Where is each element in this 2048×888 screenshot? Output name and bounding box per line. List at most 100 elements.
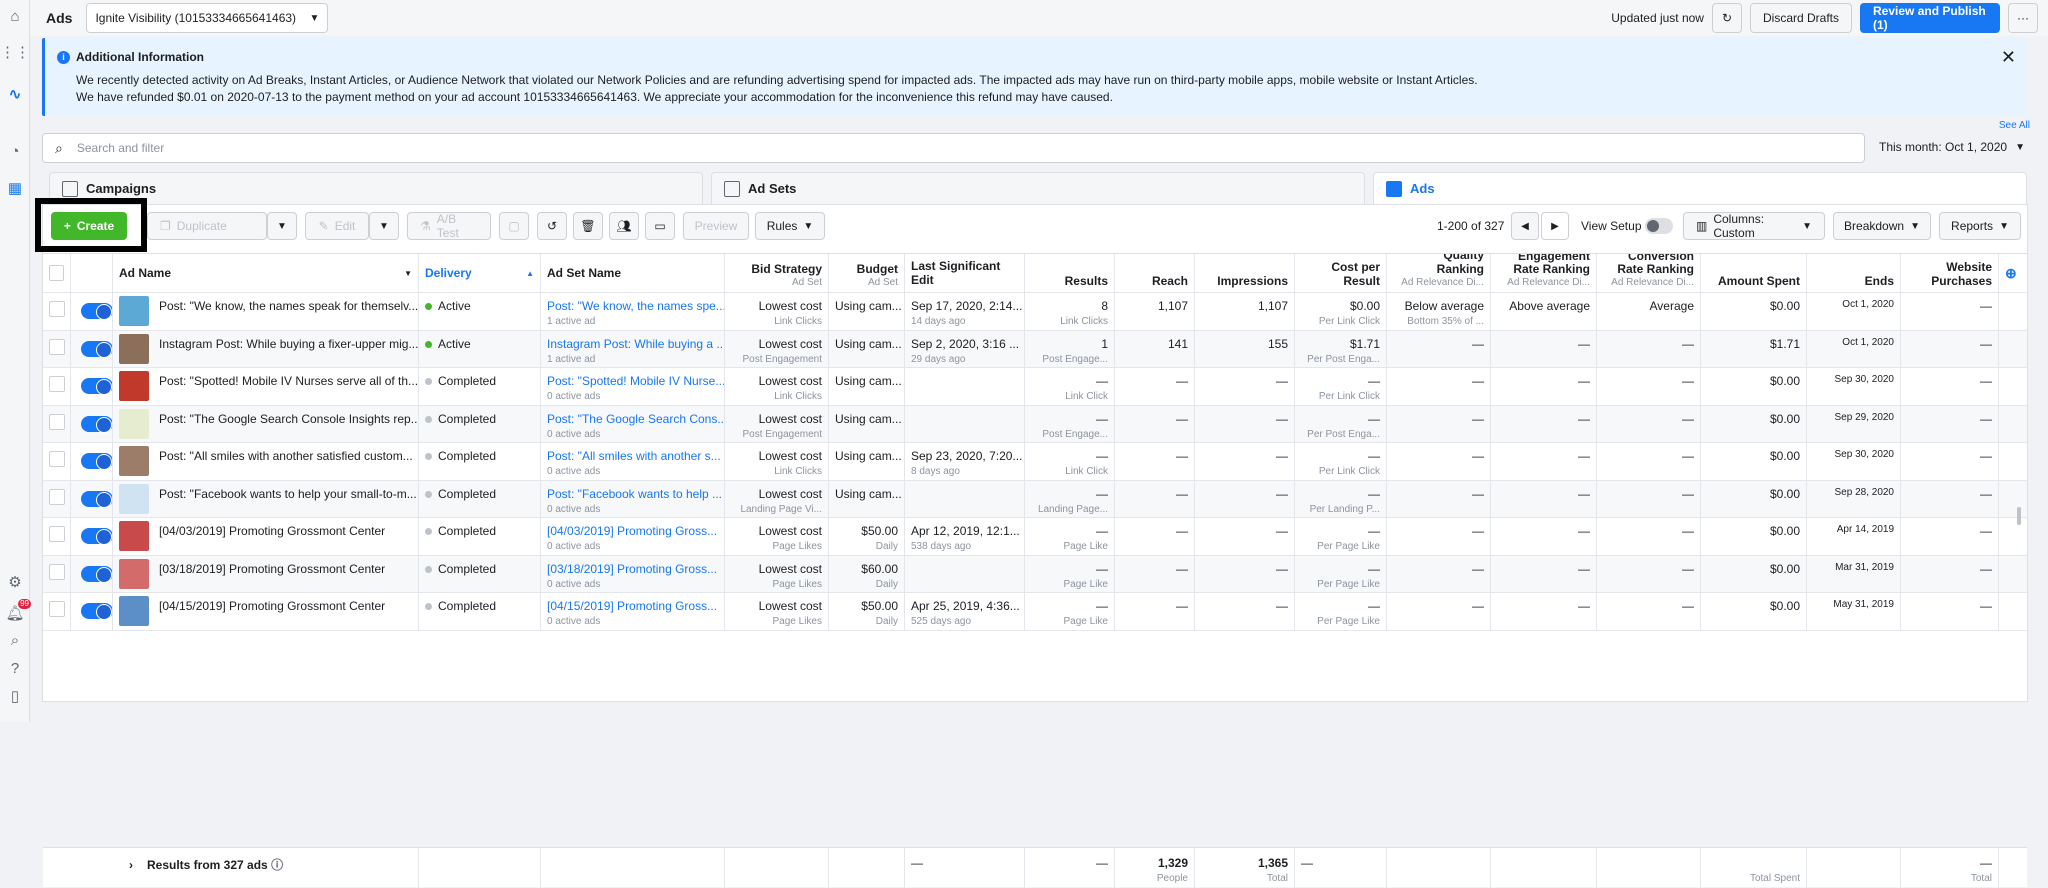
ad-set-link[interactable]: Post: "The Google Search Cons... bbox=[547, 412, 724, 426]
ad-thumbnail[interactable] bbox=[119, 296, 149, 326]
ad-thumbnail[interactable] bbox=[119, 483, 149, 514]
col-conversion-ranking[interactable]: Conversion Rate Ranking Ad Relevance Di..… bbox=[1597, 254, 1701, 292]
ad-on-off-toggle[interactable] bbox=[81, 490, 112, 508]
ads-manager-table-icon[interactable]: ▦ bbox=[5, 178, 25, 198]
table-row[interactable]: [04/03/2019] Promoting Grossmont Center … bbox=[43, 518, 2027, 556]
ad-thumbnail[interactable] bbox=[119, 333, 149, 364]
table-row[interactable]: [03/18/2019] Promoting Grossmont Center … bbox=[43, 555, 2027, 593]
ad-name[interactable]: Post: "Facebook wants to help your small… bbox=[159, 487, 417, 501]
ad-on-off-toggle[interactable] bbox=[81, 603, 112, 620]
ad-thumbnail[interactable] bbox=[119, 446, 149, 476]
col-quality-ranking[interactable]: Quality Ranking Ad Relevance Di... bbox=[1387, 254, 1491, 292]
row-checkbox[interactable] bbox=[49, 451, 65, 467]
ad-name[interactable]: Post: "Spotted! Mobile IV Nurses serve a… bbox=[159, 374, 418, 388]
ad-name[interactable]: Post: "The Google Search Console Insight… bbox=[159, 412, 418, 426]
help-icon[interactable]: ? bbox=[5, 658, 25, 678]
col-delivery[interactable]: Delivery ▲ bbox=[419, 254, 541, 292]
meta-logo-icon[interactable]: ∿ bbox=[5, 84, 25, 104]
ad-name[interactable]: [03/18/2019] Promoting Grossmont Center bbox=[159, 562, 385, 576]
ad-on-off-toggle[interactable] bbox=[81, 378, 112, 395]
row-checkbox[interactable] bbox=[49, 338, 65, 355]
table-row[interactable]: Post: "Facebook wants to help your small… bbox=[43, 480, 2027, 518]
table-row[interactable]: Post: "Spotted! Mobile IV Nurses serve a… bbox=[43, 368, 2027, 406]
col-amount-spent[interactable]: Amount Spent bbox=[1701, 254, 1807, 292]
settings-gear-icon[interactable]: ⚙ bbox=[5, 572, 25, 592]
tab-campaigns[interactable]: Campaigns bbox=[49, 172, 703, 204]
account-selector[interactable]: Ignite Visibility (10153334665641463) ▼ bbox=[86, 3, 329, 33]
ad-name[interactable]: [04/03/2019] Promoting Grossmont Center bbox=[159, 524, 385, 538]
edit-button[interactable]: ✎ Edit bbox=[305, 212, 369, 240]
tab-adsets[interactable]: Ad Sets bbox=[711, 172, 1365, 204]
delete-button[interactable]: 🗑︎ bbox=[573, 212, 603, 240]
tab-ads[interactable]: Ads bbox=[1373, 172, 2027, 204]
ad-set-link[interactable]: Instagram Post: While buying a ... bbox=[547, 337, 724, 351]
refresh-button[interactable]: ↻ bbox=[1711, 3, 1742, 33]
select-all-checkbox[interactable] bbox=[49, 265, 64, 281]
expand-chevron-icon[interactable]: › bbox=[129, 858, 133, 872]
col-bid-strategy[interactable]: Bid Strategy Ad Set bbox=[725, 254, 829, 292]
ad-set-link[interactable]: [03/18/2019] Promoting Gross... bbox=[547, 562, 717, 576]
ad-on-off-toggle[interactable] bbox=[81, 528, 112, 545]
search-filter-input[interactable]: ⌕ Search and filter bbox=[42, 133, 1865, 163]
columns-button[interactable]: ▥ Columns: Custom ▼ bbox=[1683, 212, 1825, 240]
ad-on-off-toggle[interactable] bbox=[81, 340, 112, 358]
undo-button[interactable]: ↺ bbox=[537, 212, 567, 240]
search-icon[interactable]: ⌕ bbox=[5, 630, 25, 650]
edit-dropdown-button[interactable]: ▼ bbox=[369, 212, 399, 240]
archive-button[interactable]: ▢ bbox=[499, 212, 529, 240]
duplicate-button[interactable]: ❐ Duplicate bbox=[147, 212, 267, 240]
duplicate-dropdown-button[interactable]: ▼ bbox=[267, 212, 297, 240]
col-impressions[interactable]: Impressions bbox=[1195, 254, 1295, 292]
ad-on-off-toggle[interactable] bbox=[81, 415, 112, 433]
apps-grid-icon[interactable]: ⋮⋮ bbox=[0, 42, 30, 62]
date-range-picker[interactable]: This month: Oct 1, 2020 ▼ bbox=[1879, 140, 2025, 154]
col-engagement-ranking[interactable]: Engagement Rate Ranking Ad Relevance Di..… bbox=[1491, 254, 1597, 292]
see-all-link[interactable]: See All bbox=[1999, 120, 2030, 131]
table-scrollbar[interactable] bbox=[2017, 507, 2021, 525]
preview-button[interactable]: Preview bbox=[683, 212, 749, 240]
col-reach[interactable]: Reach bbox=[1115, 254, 1195, 292]
table-row[interactable]: Post: "The Google Search Console Insight… bbox=[43, 405, 2027, 443]
view-setup-toggle[interactable] bbox=[1645, 218, 1673, 234]
table-row[interactable]: [04/15/2019] Promoting Grossmont Center … bbox=[43, 593, 2027, 631]
row-checkbox[interactable] bbox=[49, 601, 65, 617]
ad-set-link[interactable]: [04/03/2019] Promoting Gross... bbox=[547, 524, 717, 538]
col-results[interactable]: Results bbox=[1025, 254, 1115, 292]
next-page-button[interactable]: ▶ bbox=[1541, 212, 1569, 240]
col-website-purchases[interactable]: Website Purchases bbox=[1901, 254, 1999, 292]
col-budget[interactable]: Budget Ad Set bbox=[829, 254, 905, 292]
ad-set-link[interactable]: [04/15/2019] Promoting Gross... bbox=[547, 599, 717, 613]
col-ad-set-name[interactable]: Ad Set Name bbox=[541, 254, 725, 292]
prev-page-button[interactable]: ◀ bbox=[1511, 212, 1539, 240]
ad-set-link[interactable]: Post: "All smiles with another s... bbox=[547, 449, 721, 463]
reports-button[interactable]: Reports ▼ bbox=[1939, 212, 2021, 240]
home-icon[interactable]: ⌂ bbox=[5, 6, 25, 26]
create-button[interactable]: + Create bbox=[51, 212, 127, 240]
more-options-button[interactable]: ··· bbox=[2008, 3, 2038, 33]
ad-name[interactable]: Post: "We know, the names speak for them… bbox=[159, 299, 418, 313]
row-checkbox[interactable] bbox=[49, 413, 65, 430]
ad-set-link[interactable]: Post: "We know, the names spe... bbox=[547, 299, 724, 313]
ad-thumbnail[interactable] bbox=[119, 521, 149, 551]
notifications-bell-icon[interactable]: 🔔︎ 99 bbox=[5, 599, 31, 623]
row-checkbox[interactable] bbox=[49, 563, 65, 580]
review-publish-button[interactable]: Review and Publish (1) bbox=[1860, 3, 2000, 33]
rules-preview-button[interactable]: ▭ bbox=[645, 212, 675, 240]
ad-on-off-toggle[interactable] bbox=[81, 453, 112, 470]
ad-name[interactable]: Post: "All smiles with another satisfied… bbox=[159, 449, 413, 463]
row-checkbox[interactable] bbox=[49, 488, 65, 505]
report-issue-icon[interactable]: ▯ bbox=[5, 686, 25, 706]
breakdown-button[interactable]: Breakdown ▼ bbox=[1833, 212, 1931, 240]
close-icon[interactable]: ✕ bbox=[2001, 47, 2016, 68]
ad-set-link[interactable]: Post: "Spotted! Mobile IV Nurse... bbox=[547, 374, 724, 388]
table-row[interactable]: Post: "All smiles with another satisfied… bbox=[43, 443, 2027, 481]
col-ad-name[interactable]: Ad Name ▼ bbox=[113, 254, 419, 292]
table-row[interactable]: Post: "We know, the names speak for them… bbox=[43, 293, 2027, 331]
dashboard-gauge-icon[interactable]: ◔ bbox=[5, 141, 25, 161]
ad-name[interactable]: [04/15/2019] Promoting Grossmont Center bbox=[159, 599, 385, 613]
ad-on-off-toggle[interactable] bbox=[81, 565, 112, 583]
ad-set-link[interactable]: Post: "Facebook wants to help ... bbox=[547, 487, 722, 501]
ad-thumbnail[interactable] bbox=[119, 371, 149, 401]
rules-button[interactable]: Rules ▼ bbox=[755, 212, 825, 240]
row-checkbox[interactable] bbox=[49, 301, 65, 317]
